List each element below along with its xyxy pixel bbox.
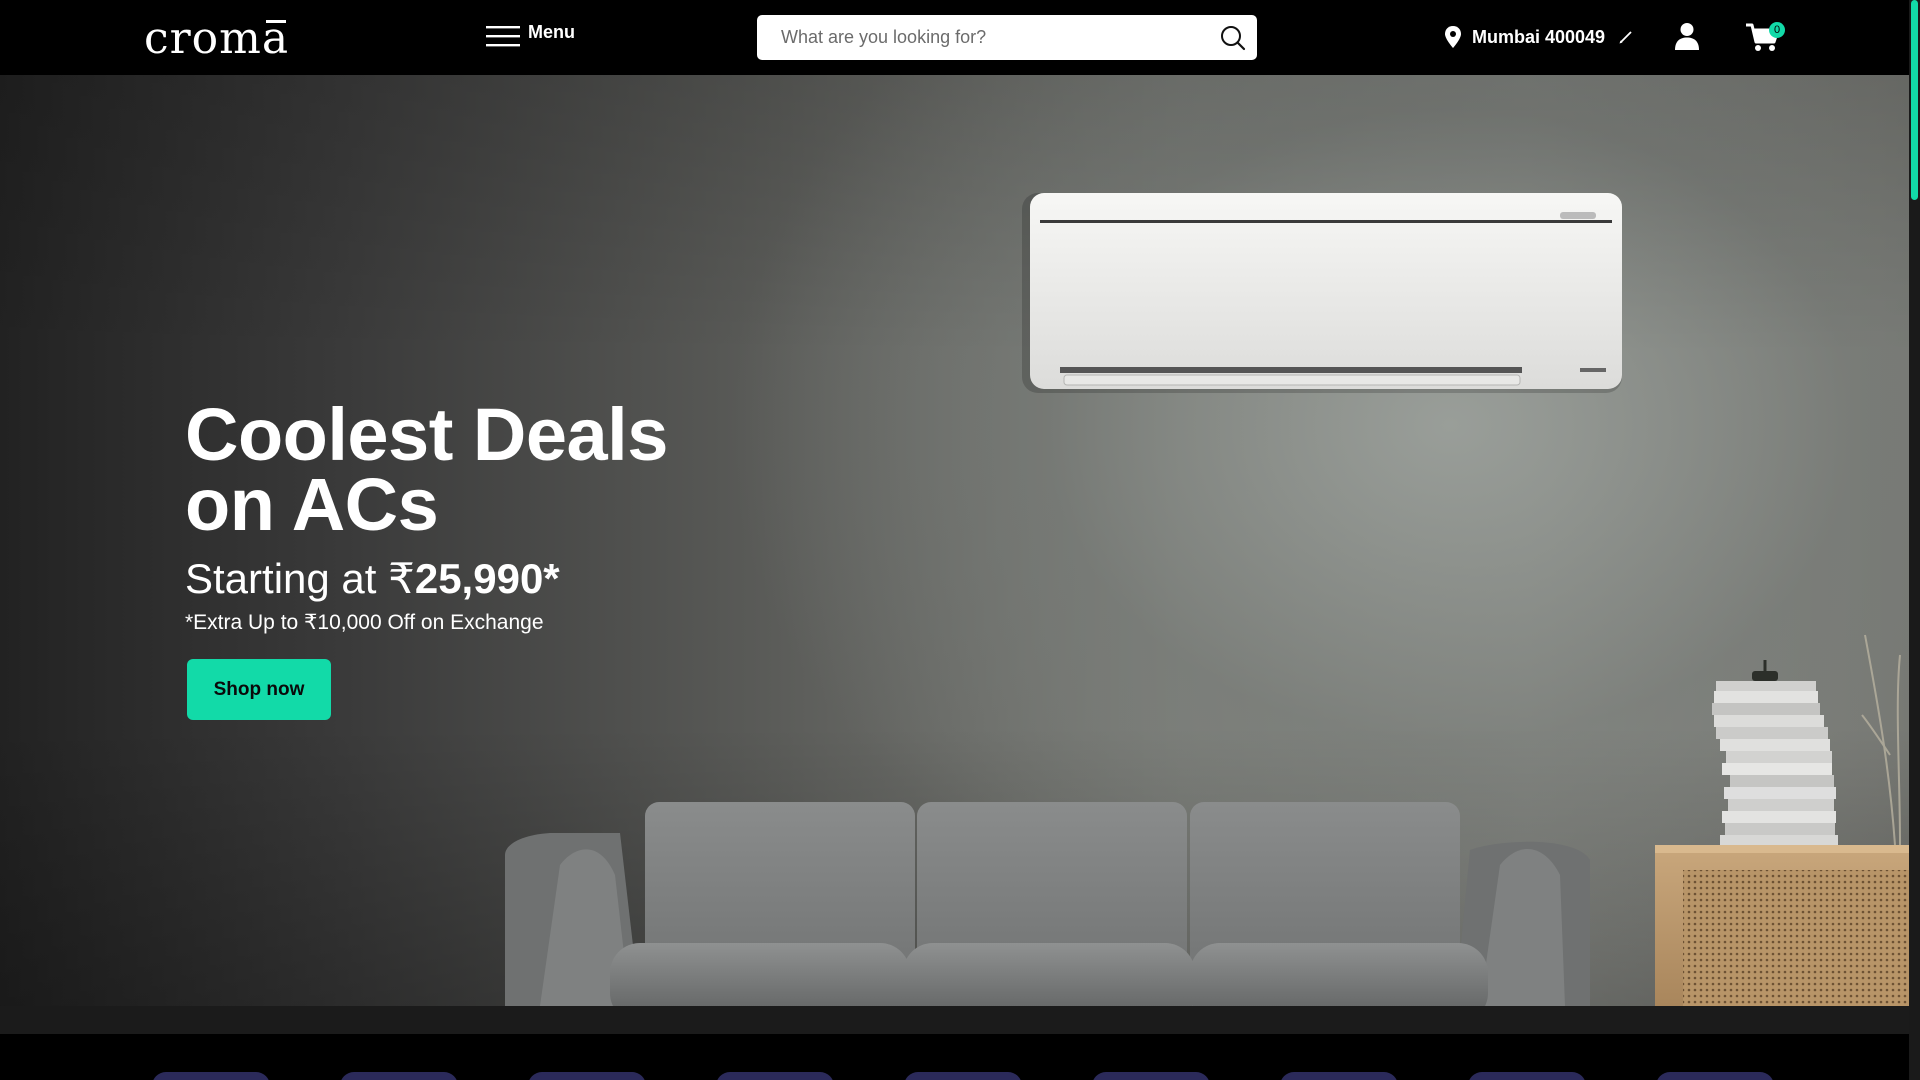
location-text: Mumbai 400049: [1472, 26, 1606, 47]
user-icon[interactable]: [1674, 22, 1700, 50]
carousel-strip: [0, 1006, 1909, 1034]
book-stack-image: [1712, 660, 1838, 845]
cart-button[interactable]: 0: [1745, 20, 1789, 54]
hero-subtitle-prefix: Starting at: [185, 555, 389, 602]
category-item[interactable]: [1656, 1072, 1774, 1080]
search-bar: [757, 15, 1257, 60]
category-item[interactable]: [1280, 1072, 1398, 1080]
search-input[interactable]: [757, 15, 1219, 60]
logo-macron: [266, 20, 287, 23]
category-item[interactable]: [716, 1072, 834, 1080]
category-item[interactable]: [1092, 1072, 1210, 1080]
shop-now-button[interactable]: Shop now: [187, 659, 331, 720]
category-item[interactable]: [528, 1072, 646, 1080]
pencil-icon[interactable]: [1619, 30, 1633, 44]
hero-currency-symbol: ₹: [388, 555, 415, 602]
category-item[interactable]: [1468, 1072, 1586, 1080]
category-item[interactable]: [152, 1072, 270, 1080]
location-pin-icon: [1445, 26, 1461, 48]
croma-logo[interactable]: croma: [144, 14, 289, 64]
hamburger-icon: [486, 26, 520, 47]
menu-button[interactable]: Menu: [486, 22, 575, 50]
side-table-image: [1655, 845, 1909, 1006]
category-row: [0, 1034, 1909, 1080]
scrollbar-thumb[interactable]: [1911, 0, 1918, 200]
search-icon[interactable]: [1219, 24, 1247, 52]
hero-price: 25,990*: [414, 555, 560, 602]
category-item[interactable]: [904, 1072, 1022, 1080]
page-scrollbar[interactable]: [1909, 0, 1920, 1080]
hero-title: Coolest Deals on ACs: [185, 393, 668, 546]
category-item[interactable]: [340, 1072, 458, 1080]
cart-count-badge: 0: [1769, 22, 1785, 38]
hero-exchange-note: *Extra Up to ₹10,000 Off on Exchange: [185, 611, 544, 634]
hero-text-block: Coolest Deals on ACs Starting at ₹25,990…: [185, 393, 668, 636]
hero-banner[interactable]: Coolest Deals on ACs Starting at ₹25,990…: [0, 75, 1909, 1006]
air-conditioner-image: [1022, 193, 1622, 393]
sofa-image: [505, 802, 1590, 1006]
hero-subtitle: Starting at ₹25,990*: [185, 554, 668, 604]
plant-stems-image: [1861, 634, 1901, 846]
site-header: croma Menu Mumbai 400049: [0, 0, 1909, 75]
location-selector[interactable]: Mumbai 400049: [1444, 24, 1633, 50]
menu-label: Menu: [528, 21, 575, 42]
